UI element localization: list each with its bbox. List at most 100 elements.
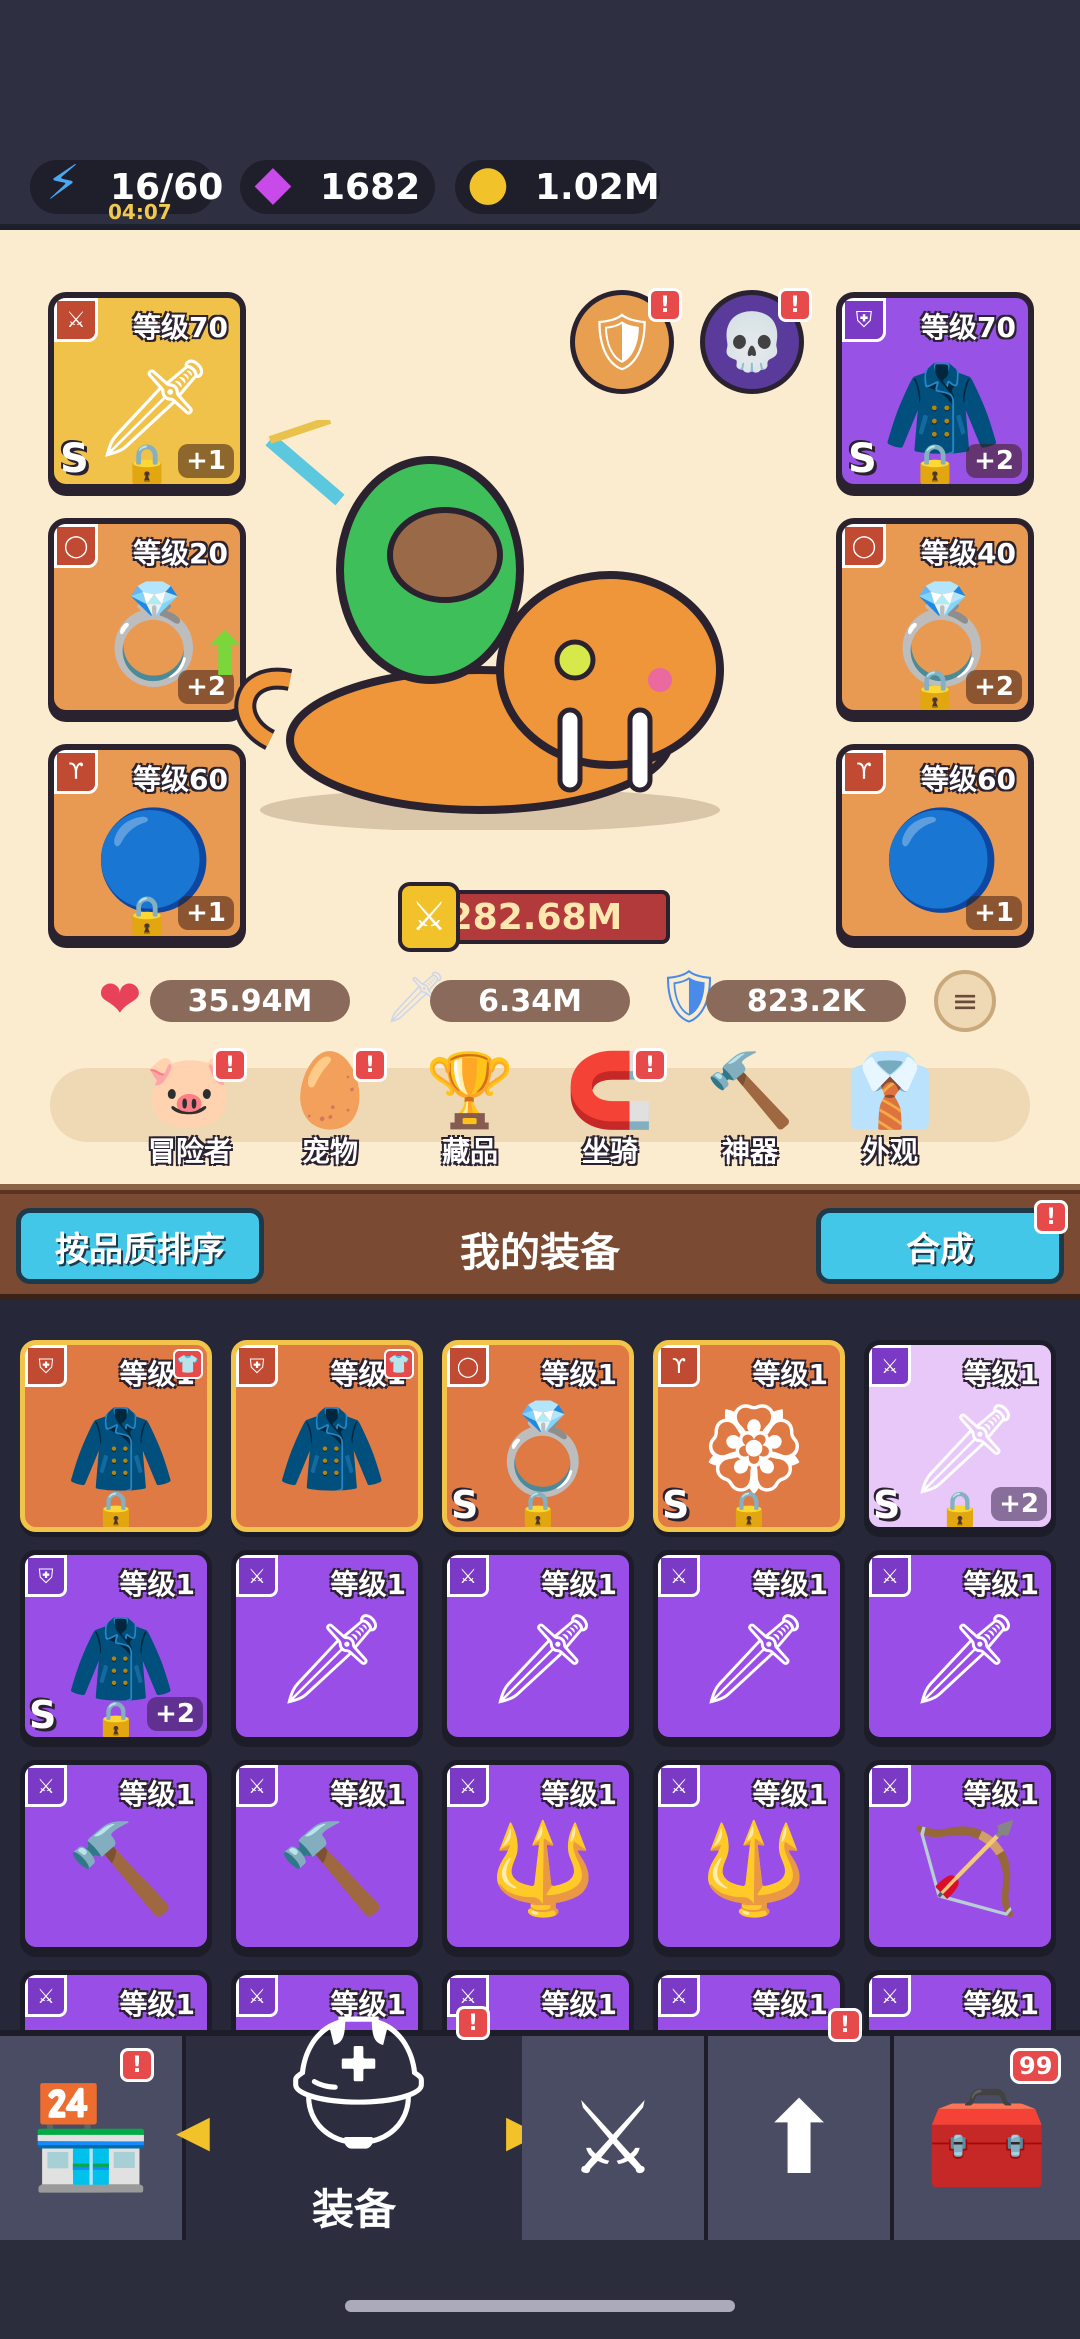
heart-icon: ❤ — [98, 970, 142, 1030]
weapon-type-icon: ⚔ — [236, 1975, 278, 2017]
lock-icon: 🔒 — [910, 442, 960, 488]
necklace-type-icon: ϒ — [54, 750, 98, 794]
stats-detail-icon[interactable]: ≡ — [934, 970, 996, 1032]
gem-icon: ◆ — [254, 155, 292, 211]
energy-counter[interactable]: ⚡ 16/60 04:07 — [30, 155, 223, 224]
inventory-item[interactable]: 🧥 ⛨ 等级1 👕 — [231, 1340, 423, 1532]
helmet-icon: ⛑ — [276, 2006, 442, 2158]
armor-type-icon: ⛨ — [25, 1345, 67, 1387]
ring-type-icon: ◯ — [54, 524, 98, 568]
lock-icon: 🔒 — [515, 1490, 561, 1531]
nav-equipment-label: 装备 — [311, 2185, 396, 2234]
necklace-type-icon: ϒ — [658, 1345, 700, 1387]
system-bar — [0, 2240, 1080, 2339]
new-item-icon: 👕 — [173, 1349, 203, 1379]
armor-type-icon: ⛨ — [236, 1345, 278, 1387]
inventory-item[interactable]: 🗡 ⚔ 等级1 S 🔒 +2 — [864, 1340, 1056, 1532]
inventory-item[interactable]: 🧥 ⛨ 等级1 S 🔒 +2 — [20, 1550, 212, 1742]
hammer-icon: 🔨 — [705, 1048, 795, 1132]
notification-badge: ! — [456, 2006, 490, 2040]
weapon-type-icon: ⚔ — [25, 1765, 67, 1807]
equip-slot-necklace[interactable]: 🔵 ϒ 等级60 🔒 +1 — [48, 744, 246, 942]
inventory-item[interactable]: ⚔ 等级1 — [653, 1970, 845, 2030]
feature-artifact[interactable]: 🔨 神器 — [695, 1050, 805, 1170]
power-shield-icon: ⚔ — [398, 882, 460, 952]
atk-stat: 6.34M — [430, 980, 630, 1022]
trophy-icon: 🏆 — [425, 1048, 515, 1132]
coin-icon: ● — [467, 155, 509, 211]
armor-type-icon: ⛨ — [842, 298, 886, 342]
weapon-type-icon: ⚔ — [447, 1555, 489, 1597]
nav-shop[interactable]: 🏪 — [0, 2036, 186, 2240]
lock-icon: 🔒 — [122, 894, 172, 940]
weapon-type-icon: ⚔ — [25, 1975, 67, 2017]
chest-count-badge: 99 — [1010, 2048, 1062, 2084]
sort-by-quality-button[interactable]: 按品质排序 — [16, 1208, 264, 1284]
character-avatar — [230, 416, 750, 832]
lock-icon: 🔒 — [122, 442, 172, 488]
bow-icon: 🏹 — [910, 1817, 1020, 1920]
energy-timer: 04:07 — [108, 200, 172, 224]
ring-type-icon: ◯ — [842, 524, 886, 568]
home-indicator[interactable] — [345, 2300, 735, 2312]
notification-badge: ! — [353, 1048, 387, 1082]
weapon-type-icon: ⚔ — [869, 1345, 911, 1387]
inventory-item[interactable]: 🧥 ⛨ 等级1 👕 🔒 — [20, 1340, 212, 1532]
weapon-type-icon: ⚔ — [658, 1765, 700, 1807]
treasure-chest-icon: 🧰 — [924, 2079, 1050, 2196]
inventory-item[interactable]: ⚔ 等级1 — [864, 1970, 1056, 2030]
inventory-item[interactable]: 🗡 ⚔ 等级1 — [653, 1550, 845, 1742]
inventory-item[interactable]: 🔱 ⚔ 等级1 — [442, 1760, 634, 1952]
inventory-item[interactable]: 🗡 ⚔ 等级1 — [231, 1550, 423, 1742]
lock-icon: 🔒 — [937, 1490, 983, 1531]
weapon-type-icon: ⚔ — [658, 1555, 700, 1597]
wooden-sword-icon: 🗡 — [276, 1607, 388, 1710]
sword-icon: 🗡 — [487, 1607, 599, 1710]
nav-upgrade[interactable]: ⬆ — [708, 2036, 894, 2240]
weapon-type-icon: ⚔ — [869, 1765, 911, 1807]
inventory-item[interactable]: 🔨 ⚔ 等级1 — [20, 1760, 212, 1952]
inventory-item[interactable]: ⚔ 等级1 — [20, 1970, 212, 2030]
lock-icon: 🔒 — [93, 1490, 139, 1531]
scimitar-icon: 🗡 — [909, 1607, 1021, 1710]
inventory-grid: 🧥 ⛨ 等级1 👕 🔒 🧥 ⛨ 等级1 👕 💍 ◯ 等级1 S 🔒 🏵 ϒ 等级… — [0, 1300, 1080, 2030]
notification-badge: ! — [1034, 1200, 1068, 1234]
chevron-left-icon: ◀ — [176, 2106, 210, 2157]
upgrade-emblem-icon: ⬆ — [757, 2079, 841, 2197]
gold-counter[interactable]: ● 1.02M — [455, 155, 660, 214]
notification-badge: ! — [633, 1048, 667, 1082]
merge-button[interactable]: 合成 — [816, 1208, 1064, 1284]
lock-icon: 🔒 — [910, 668, 960, 714]
crossed-swords-icon: ⚔ — [568, 2079, 658, 2197]
notification-badge: ! — [778, 288, 812, 322]
inventory-item[interactable]: 🏵 ϒ 等级1 S 🔒 — [653, 1340, 845, 1532]
weapon-type-icon: ⚔ — [869, 1555, 911, 1597]
gem-counter[interactable]: ◆ 1682 — [240, 155, 435, 214]
feature-collection[interactable]: 🏆 藏品 — [415, 1050, 525, 1170]
hp-stat: 35.94M — [150, 980, 350, 1022]
nav-battle[interactable]: ⚔ — [522, 2036, 708, 2240]
notification-badge: ! — [828, 2008, 862, 2042]
necklace-type-icon: ϒ — [842, 750, 886, 794]
equip-slot-necklace-2[interactable]: 🔵 ϒ 等级60 +1 — [836, 744, 1034, 942]
equip-slot-weapon[interactable]: 🗡 ⚔ 等级70 S 🔒 +1 — [48, 292, 246, 490]
inventory-item[interactable]: 🗡 ⚔ 等级1 — [864, 1550, 1056, 1742]
ring-type-icon: ◯ — [447, 1345, 489, 1387]
inventory-item[interactable]: 🗡 ⚔ 等级1 — [442, 1550, 634, 1742]
weapon-type-icon: ⚔ — [54, 298, 98, 342]
inventory-title: 我的装备 — [460, 1230, 620, 1276]
nav-equipment[interactable]: ⛑ ◀ ▶ 装备 — [176, 2006, 540, 2240]
inventory-item[interactable]: 🔱 ⚔ 等级1 — [653, 1760, 845, 1952]
equip-slot-armor[interactable]: 🧥 ⛨ 等级70 S 🔒 +2 — [836, 292, 1034, 490]
new-item-icon: 👕 — [384, 1349, 414, 1379]
armor-icon: 🧥 — [277, 1397, 387, 1500]
inventory-item[interactable]: 🔨 ⚔ 等级1 — [231, 1760, 423, 1952]
feature-appearance[interactable]: 👔 外观 — [835, 1050, 945, 1170]
equip-slot-ring-2[interactable]: 💍 ◯ 等级40 🔒 +2 — [836, 518, 1034, 716]
inventory-item[interactable]: 🏹 ⚔ 等级1 — [864, 1760, 1056, 1952]
lock-icon: 🔒 — [93, 1700, 139, 1741]
def-stat: 823.2K — [706, 980, 906, 1022]
inventory-item[interactable]: 💍 ◯ 等级1 S 🔒 — [442, 1340, 634, 1532]
sword-icon: 🗡 — [698, 1607, 810, 1710]
notification-badge: ! — [213, 1048, 247, 1082]
